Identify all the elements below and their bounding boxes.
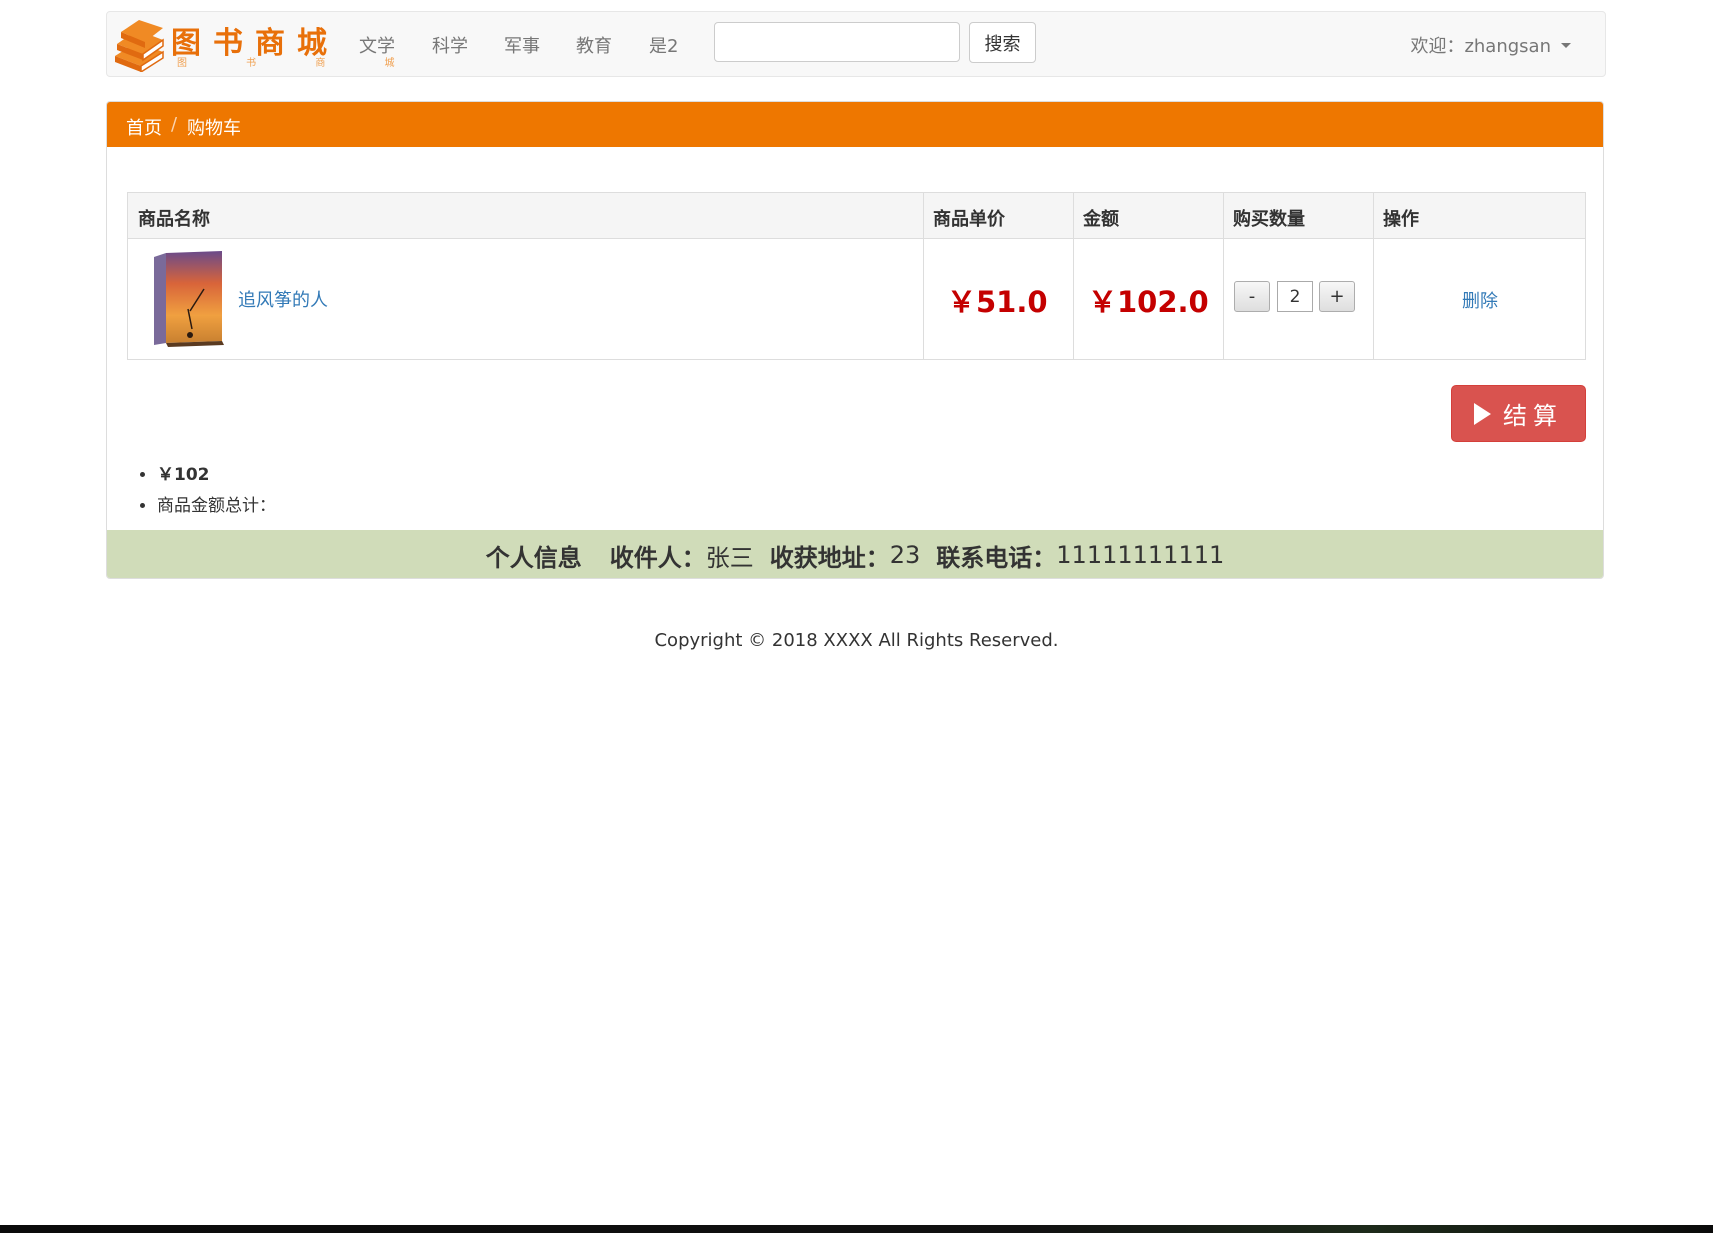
play-icon [1474,402,1491,425]
caret-down-icon [1561,42,1571,48]
order-total-label: 商品金额总计： [157,491,276,522]
unit-price: ￥51.0 [947,285,1048,319]
nav-link-category-5[interactable]: 是2 [649,32,678,58]
quantity-increase-button[interactable]: + [1319,281,1355,312]
breadcrumb: 首页 / 购物车 [107,102,1603,147]
cart-table: 商品名称 商品单价 金额 购买数量 操作 追风筝的人 ￥51.0 ￥102.0 … [127,192,1586,360]
delete-link[interactable]: 删除 [1462,287,1498,313]
nav-link-literature[interactable]: 文学 [359,32,395,58]
breadcrumb-home[interactable]: 首页 [126,114,162,140]
checkout-button[interactable]: 结算 [1451,385,1586,442]
store-logo[interactable]: 图书商城 图 书 商 城 [111,16,395,74]
receiver-value: 张三 [705,543,754,572]
search-input[interactable] [714,22,960,62]
personal-info-bar: 个人信息 收件人： 张三 收获地址： 23 联系电话： 11111111111 [107,530,1603,578]
phone-label: 联系电话： [936,543,1057,572]
product-name-link[interactable]: 追风筝的人 [238,286,328,312]
footer-copyright: Copyright © 2018 XXXX All Rights Reserve… [654,630,1059,651]
column-divider [923,193,924,359]
nav-link-science[interactable]: 科学 [432,32,468,58]
breadcrumb-separator: / [171,114,178,135]
search-button[interactable]: 搜索 [969,22,1036,63]
top-navbar: 图书商城 图 书 商 城 文学 科学 军事 教育 是2 搜索 欢迎：zhangs… [106,11,1606,77]
book-cover-image[interactable] [150,249,226,347]
window-bottom-edge [0,1225,1713,1233]
header-unit-price: 商品单价 [933,209,1005,230]
header-action: 操作 [1383,209,1419,230]
column-divider [1373,193,1374,359]
info-title: 个人信息 [485,543,582,572]
header-quantity: 购买数量 [1233,209,1305,230]
cart-panel: 首页 / 购物车 商品名称 商品单价 金额 购买数量 操作 追风筝的人 ￥51.… [106,101,1604,579]
quantity-input[interactable] [1277,281,1313,312]
order-total-value: ￥102 [157,460,276,491]
column-divider [1073,193,1074,359]
breadcrumb-current: 购物车 [187,118,241,139]
address-label: 收获地址： [769,543,890,572]
column-divider [1223,193,1224,359]
receiver-label: 收件人： [609,543,706,572]
nav-link-education[interactable]: 教育 [576,32,612,58]
line-amount: ￥102.0 [1088,285,1209,319]
header-product-name: 商品名称 [138,209,210,230]
phone-value: 11111111111 [1056,541,1225,569]
header-amount: 金额 [1083,209,1119,230]
quantity-decrease-button[interactable]: - [1234,281,1270,312]
nav-link-military[interactable]: 军事 [504,32,540,58]
order-summary-list: ￥102 商品金额总计： [137,460,276,522]
address-value: 23 [889,541,921,569]
checkout-label: 结算 [1503,402,1563,430]
table-header-row: 商品名称 商品单价 金额 购买数量 操作 [128,193,1585,239]
user-menu-dropdown[interactable]: 欢迎：zhangsan [1410,32,1571,58]
welcome-text: 欢迎：zhangsan [1410,36,1551,57]
